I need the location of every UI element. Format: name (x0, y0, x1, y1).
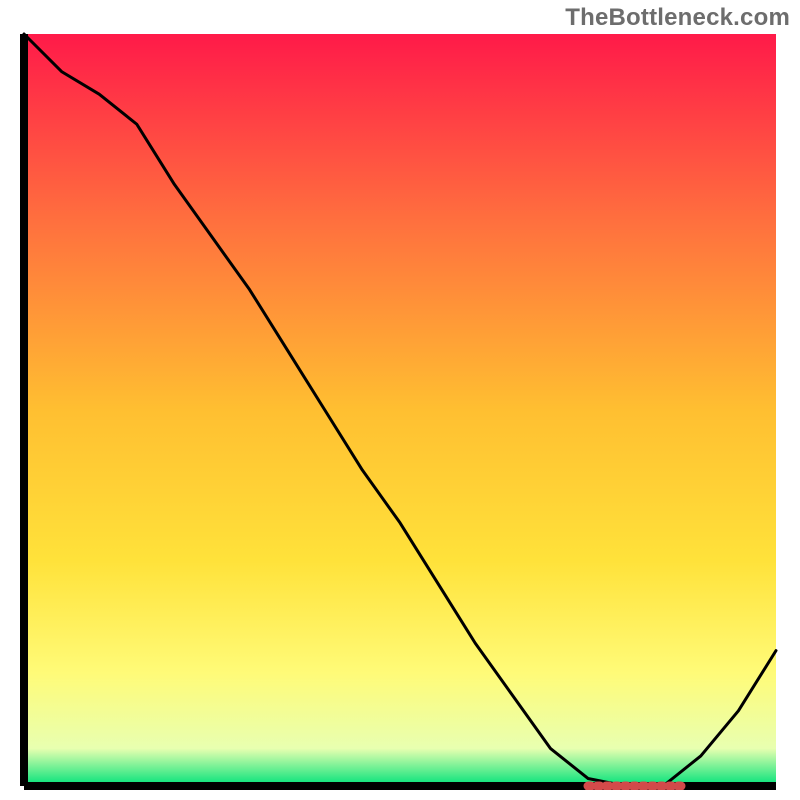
plot-area (20, 30, 780, 790)
watermark-text: TheBottleneck.com (565, 4, 790, 32)
gradient-background (24, 34, 776, 786)
chart-container: TheBottleneck.com (0, 0, 800, 800)
bottleneck-chart (20, 30, 780, 790)
